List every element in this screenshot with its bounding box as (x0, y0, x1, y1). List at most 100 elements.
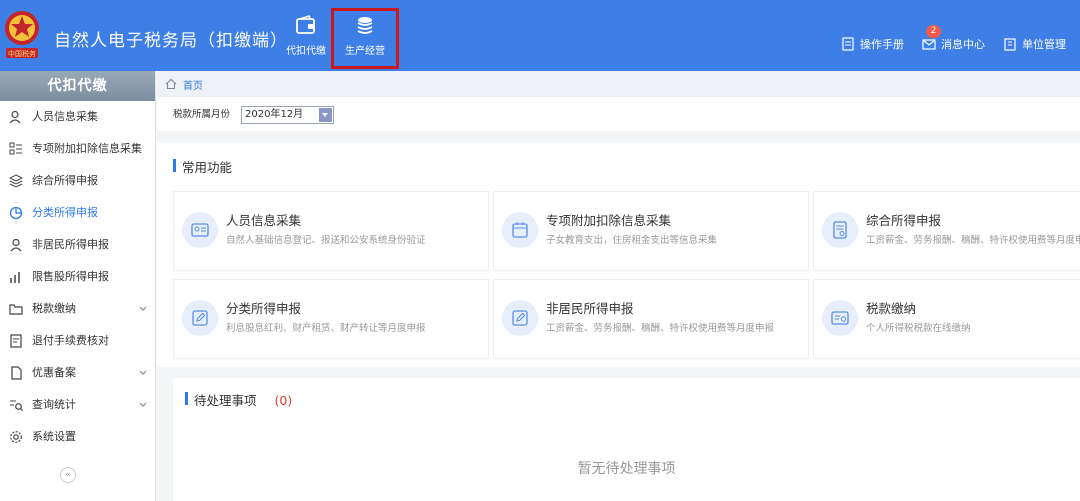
search-list-icon (10, 400, 23, 411)
sidebar-item-label: 优惠备案 (32, 366, 76, 379)
card-description: 工资薪金、劳务报酬、稿酬、特许权使用费等月度申报 (866, 235, 1080, 246)
wallet-icon (296, 14, 315, 34)
home-icon (165, 78, 177, 90)
edit-icon (512, 310, 528, 326)
sidebar-item-query-statistics[interactable]: 查询统计 (0, 389, 155, 421)
card-icon-bg (822, 300, 858, 336)
nav-withholding[interactable]: 代扣代缴 (273, 14, 339, 64)
card-icon-bg (182, 300, 218, 336)
sidebar-item-label: 限售股所得申报 (32, 270, 109, 283)
nav-highlight-box (331, 8, 399, 69)
sidebar-item-label: 税款缴纳 (32, 302, 76, 315)
breadcrumb: 首页 (157, 71, 1080, 97)
common-functions-panel: 常用功能 人员信息采集 自然人基础信息登记、报送和公安系统身份验证 专项附加扣除… (157, 143, 1080, 367)
id-card-icon (191, 223, 209, 237)
sidebar-item-label: 综合所得申报 (32, 174, 98, 187)
manual-link-label: 操作手册 (860, 38, 904, 51)
edit-icon (192, 310, 208, 326)
doc-icon (10, 334, 22, 348)
breadcrumb-home-link[interactable]: 首页 (183, 77, 203, 92)
pending-items-title: 待处理事项 (0) (185, 390, 292, 409)
tax-pay-icon (831, 311, 849, 325)
sidebar-item-nonresident-income[interactable]: 非居民所得申报 (0, 229, 155, 261)
nav-withholding-label: 代扣代缴 (286, 46, 326, 57)
pending-empty-message: 暂无待处理事项 (577, 461, 676, 477)
sidebar-item-label: 专项附加扣除信息采集 (32, 142, 142, 155)
sidebar-item-fee-refund-check[interactable]: 退付手续费核对 (0, 325, 155, 357)
card-description: 子女教育支出，住房租金支出等信息采集 (546, 235, 718, 246)
report-icon (833, 221, 847, 239)
card-title: 人员信息采集 (226, 213, 302, 228)
card-title: 分类所得申报 (226, 301, 302, 316)
card-description: 工资薪金、劳务报酬、稿酬、特许权使用费等月度申报 (546, 323, 775, 334)
building-icon (1004, 38, 1016, 51)
app-title: 自然人电子税务局（扣缴端） (54, 31, 288, 51)
pending-title-text: 待处理事项 (194, 393, 257, 408)
message-center-link[interactable]: 2 消息中心 (922, 25, 985, 52)
list-icon (9, 142, 22, 155)
card-description: 利息股息红利、财产租赁、财产转让等月度申报 (226, 323, 426, 334)
card-title: 税款缴纳 (866, 301, 917, 316)
manual-icon (842, 37, 854, 51)
unit-management-label: 单位管理 (1022, 38, 1066, 51)
sidebar-item-label: 退付手续费核对 (32, 334, 109, 347)
header-links: 操作手册 2 消息中心 单位管理 (841, 25, 1066, 52)
card-icon-bg (182, 212, 218, 248)
tax-month-select[interactable]: 2020年12月 (241, 106, 334, 124)
mail-icon (922, 39, 936, 50)
card-tax-payment[interactable]: 税款缴纳 个人所得税税款在线缴纳 (813, 279, 1080, 359)
card-classified-income[interactable]: 分类所得申报 利息股息红利、财产租赁、财产转让等月度申报 (173, 279, 489, 359)
top-header: 中国税务 自然人电子税务局（扣缴端） 代扣代缴 生产经营 操作手册 2 消息中心 (0, 0, 1080, 71)
chevron-down-icon (139, 306, 147, 311)
pending-count: (0) (274, 393, 293, 408)
sidebar-item-preferential-filing[interactable]: 优惠备案 (0, 357, 155, 389)
message-center-label: 消息中心 (941, 38, 985, 51)
card-description: 个人所得税税款在线缴纳 (866, 323, 971, 334)
pending-items-panel: 待处理事项 (0) 暂无待处理事项 (173, 378, 1080, 501)
card-special-deduction[interactable]: 专项附加扣除信息采集 子女教育支出，住房租金支出等信息采集 (493, 191, 809, 271)
sidebar-item-label: 系统设置 (32, 430, 76, 443)
gear-icon (10, 431, 22, 443)
sidebar-item-person-info[interactable]: 人员信息采集 (0, 101, 155, 133)
sidebar-item-special-deduction[interactable]: 专项附加扣除信息采集 (0, 133, 155, 165)
svg-text:中国税务: 中国税务 (8, 49, 36, 58)
card-comprehensive-income[interactable]: 综合所得申报 工资薪金、劳务报酬、稿酬、特许权使用费等月度申报 (813, 191, 1080, 271)
sidebar-item-classified-income[interactable]: 分类所得申报 (0, 197, 155, 229)
sidebar: 代扣代缴 人员信息采集 专项附加扣除信息采集 综合所得申报 分类所得申报 非居民… (0, 71, 156, 501)
tax-month-value: 2020年12月 (245, 109, 304, 120)
sidebar-heading: 代扣代缴 (0, 71, 155, 101)
folder-icon (9, 304, 23, 315)
bar-chart-icon (10, 272, 20, 283)
file-icon (11, 366, 22, 380)
sidebar-item-restricted-shares[interactable]: 限售股所得申报 (0, 261, 155, 293)
card-title: 非居民所得申报 (546, 301, 634, 316)
layers-icon (9, 174, 23, 188)
card-person-info[interactable]: 人员信息采集 自然人基础信息登记、报送和公安系统身份验证 (173, 191, 489, 271)
card-title: 综合所得申报 (866, 213, 942, 228)
chevron-down-icon (139, 402, 147, 407)
message-count-badge: 2 (926, 25, 941, 38)
sidebar-collapse-button[interactable]: « (60, 467, 76, 483)
calendar-icon (512, 222, 528, 238)
sidebar-item-label: 非居民所得申报 (32, 238, 109, 251)
sidebar-item-system-settings[interactable]: 系统设置 (0, 421, 155, 453)
card-nonresident-income[interactable]: 非居民所得申报 工资薪金、劳务报酬、稿酬、特许权使用费等月度申报 (493, 279, 809, 359)
tax-month-label: 税款所属月份 (173, 109, 231, 120)
pie-icon (9, 206, 23, 220)
tax-emblem-logo: 中国税务 (5, 11, 39, 58)
card-title: 专项附加扣除信息采集 (546, 213, 672, 228)
card-icon-bg (822, 212, 858, 248)
manual-link[interactable]: 操作手册 (841, 36, 904, 52)
card-description: 自然人基础信息登记、报送和公安系统身份验证 (226, 235, 426, 246)
user-icon (10, 238, 22, 252)
common-functions-title: 常用功能 (173, 157, 232, 176)
card-icon-bg (502, 212, 538, 248)
unit-management-link[interactable]: 单位管理 (1003, 36, 1066, 52)
sidebar-item-tax-payment[interactable]: 税款缴纳 (0, 293, 155, 325)
filter-bar: 税款所属月份 2020年12月 (157, 97, 1080, 131)
card-icon-bg (502, 300, 538, 336)
sidebar-item-comprehensive-income[interactable]: 综合所得申报 (0, 165, 155, 197)
chevron-down-icon (139, 370, 147, 375)
sidebar-item-label: 人员信息采集 (32, 110, 98, 123)
sidebar-item-label: 查询统计 (32, 398, 76, 411)
